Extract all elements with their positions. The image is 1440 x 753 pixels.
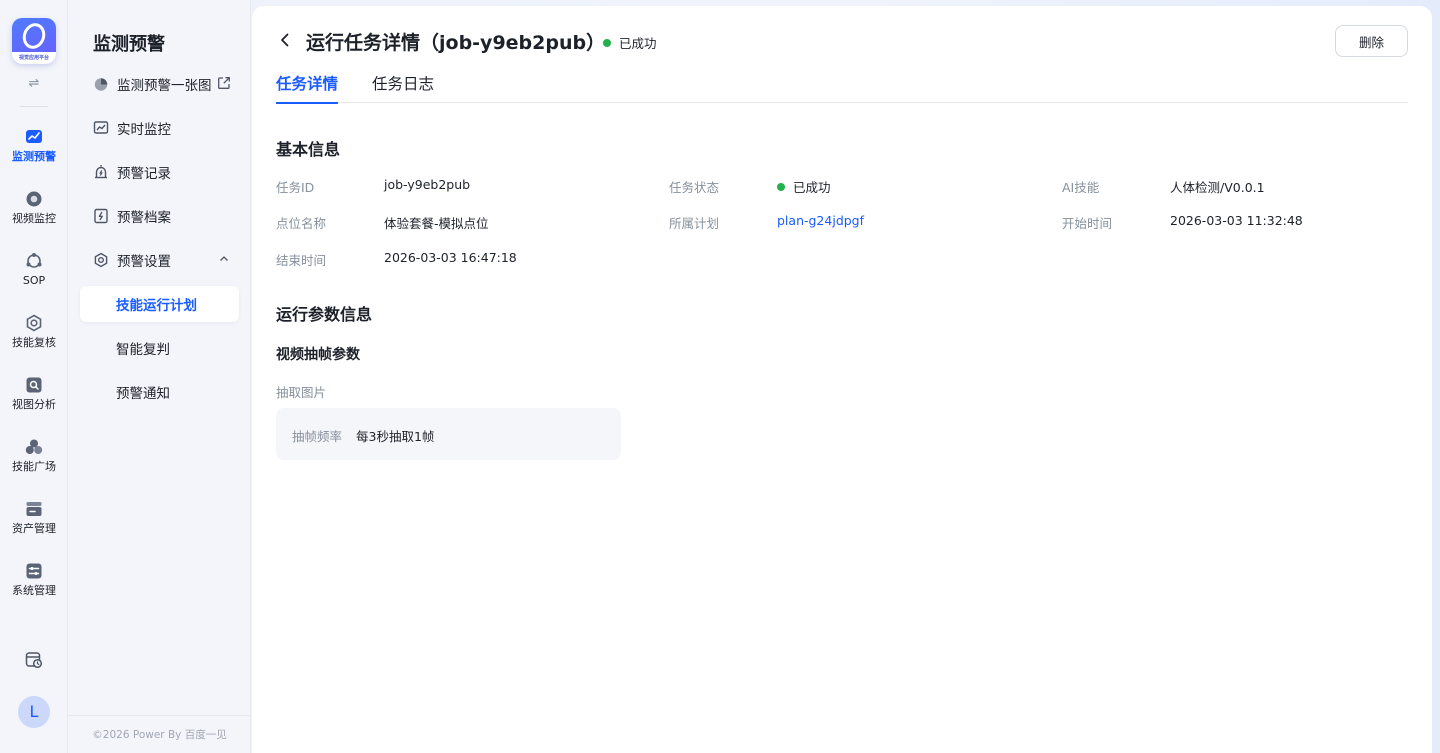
sidebar-item-alert-settings[interactable]: 预警设置 [80,242,239,278]
sidebar-item-skill-run-plan[interactable]: 技能运行计划 [80,286,239,322]
detail-panel: 运行任务详情（job-y9eb2pub） 已成功 删除 任务详情 任务日志 基本… [252,6,1432,753]
rail-item-sop[interactable]: SOP [0,252,68,288]
external-link-icon[interactable] [217,76,231,90]
rail-item-label: 技能广场 [12,460,56,473]
plan-link[interactable]: plan-g24jdpgf [777,213,864,228]
hexagon-check-icon [26,314,42,332]
title-status-text: 已成功 [619,36,657,51]
rail-item-label: 监测预警 [12,150,56,163]
copyright-footer: ©2026 Power By 百度一见 [68,715,251,753]
rail-item-skill-plaza[interactable]: 技能广场 [0,438,68,474]
task-status-label: 任务状态 [669,180,720,195]
sidebar-item-alert-overview-map[interactable]: 监测预警一张图 [80,66,239,102]
image-search-icon [26,377,42,393]
detail-tabs: 任务详情 任务日志 [276,68,1408,104]
sidebar-title: 监测预警 [93,34,165,55]
rail-item-label: SOP [22,274,46,287]
tab-task-details[interactable]: 任务详情 [276,72,339,104]
sidebar-item-label: 技能运行计划 [116,298,197,314]
ai-skill-value: 人体检测/V0.0.1 [1170,180,1265,195]
end-time-label: 结束时间 [276,253,327,268]
rail-item-monitoring-alert[interactable]: 监测预警 [0,128,68,164]
extract-images-label: 抽取图片 [276,385,327,400]
system-sliders-icon [26,563,42,579]
sidebar-item-label: 监测预警一张图 [117,78,212,94]
user-avatar[interactable]: L [18,696,50,728]
ai-skill-label: AI技能 [1062,180,1100,195]
settings-icon [94,252,108,268]
logo-ring-icon [19,20,49,52]
rail-item-label: 视频监控 [12,212,56,225]
success-dot-icon [777,182,785,191]
sidebar-item-label: 智能复判 [116,342,170,358]
rail-item-view-analysis[interactable]: 视图分析 [0,376,68,412]
task-status-text: 已成功 [793,180,831,195]
point-name-value: 体验套餐-模拟点位 [384,216,489,231]
rail-item-label: 系统管理 [12,584,56,597]
rail-item-asset-management[interactable]: 资产管理 [0,500,68,536]
tab-task-log[interactable]: 任务日志 [372,72,434,102]
plan-label: 所属计划 [669,216,720,231]
sidebar-item-label: 预警档案 [117,210,171,226]
delete-button[interactable]: 删除 [1335,25,1408,57]
alarm-icon [95,165,107,179]
rail-collapse-toggle[interactable]: ⇌ [0,76,68,91]
start-time-value: 2026-03-03 11:32:48 [1170,213,1303,228]
back-arrow-icon[interactable] [276,31,294,49]
camera-icon [26,191,42,207]
sidebar-item-label: 实时监控 [117,122,171,138]
bolt-file-icon [94,208,108,224]
sidebar-item-label: 预警设置 [117,254,171,270]
sidebar-item-realtime-monitoring[interactable]: 实时监控 [80,110,239,146]
rail-item-system-management[interactable]: 系统管理 [0,562,68,598]
logo-text: 视觉应用平台 [12,52,56,64]
chevron-up-icon[interactable] [217,252,231,266]
sidebar-item-smart-review[interactable]: 智能复判 [80,330,239,366]
task-id-label: 任务ID [276,180,315,195]
rail-item-label: 资产管理 [12,522,56,535]
task-schedule-icon[interactable] [25,651,43,669]
sidebar-item-alert-notification[interactable]: 预警通知 [80,374,239,410]
pie-chart-icon [94,78,108,91]
rail-divider [20,106,48,107]
rail-item-skill-review[interactable]: 技能复核 [0,314,68,350]
rail-item-label: 技能复核 [12,336,56,349]
sidebar-item-alert-archive[interactable]: 预警档案 [80,198,239,234]
sidebar-item-label: 预警记录 [117,166,171,182]
video-frame-params-heading: 视频抽帧参数 [276,347,360,363]
task-status-value: 已成功 [777,177,831,196]
app-logo[interactable]: 视觉应用平台 [12,18,56,64]
basic-info-heading: 基本信息 [276,140,341,159]
rail-item-video-monitoring[interactable]: 视频监控 [0,190,68,226]
monitor-chart-icon [26,130,42,143]
page-title: 运行任务详情（job-y9eb2pub） [306,32,606,54]
frame-rate-value: 每3秒抽取1帧 [356,429,435,444]
frame-rate-label: 抽帧频率 [292,429,343,444]
sidebar-item-label: 预警通知 [116,386,170,402]
rail-item-label: 视图分析 [12,398,56,411]
run-params-heading: 运行参数信息 [276,305,373,324]
frame-rate-card: 抽帧频率 每3秒抽取1帧 [276,408,621,460]
title-status-badge: 已成功 [603,33,657,52]
success-dot-icon [603,38,611,47]
point-name-label: 点位名称 [276,216,327,231]
sidebar-item-alert-records[interactable]: 预警记录 [80,154,239,190]
end-time-value: 2026-03-03 16:47:18 [384,250,517,265]
sop-icon [26,253,42,268]
sub-sidebar: 监测预警 监测预警一张图 实时监控 预警记录 预警档案 预警设置 技能运行计划 … [68,0,251,753]
task-id-value: job-y9eb2pub [384,177,471,192]
line-chart-icon [93,121,109,134]
start-time-label: 开始时间 [1062,216,1113,231]
cluster-icon [25,439,43,454]
asset-box-icon [26,502,42,516]
app-rail: 视觉应用平台 ⇌ 监测预警 视频监控 SOP 技能复核 视图分析 技能广场 资产… [0,0,68,753]
